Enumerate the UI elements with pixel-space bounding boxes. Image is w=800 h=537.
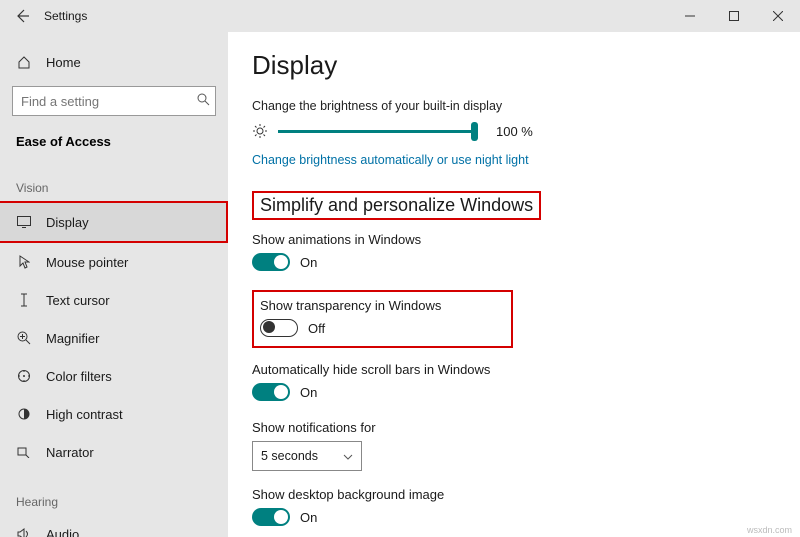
sidebar-item-label: High contrast — [46, 407, 123, 422]
notifications-select[interactable]: 5 seconds — [252, 441, 362, 471]
setting-scrollbars: Automatically hide scroll bars in Window… — [252, 362, 776, 404]
brightness-value: 100 % — [496, 124, 533, 139]
search-input[interactable] — [21, 94, 197, 109]
category-title: Ease of Access — [0, 126, 228, 157]
animations-toggle[interactable]: On — [252, 253, 317, 271]
back-button[interactable] — [0, 0, 44, 32]
sidebar-item-mouse-pointer[interactable]: Mouse pointer — [0, 243, 228, 281]
minimize-icon — [685, 11, 695, 21]
sidebar-item-narrator[interactable]: Narrator — [0, 433, 228, 471]
setting-transparency: Show transparency in Windows Off — [260, 298, 441, 340]
highlight-simplify-heading: Simplify and personalize Windows — [252, 191, 776, 220]
display-icon — [16, 214, 32, 230]
narrator-icon — [16, 444, 32, 460]
scrollbars-toggle[interactable]: On — [252, 383, 317, 401]
highlight-transparency: Show transparency in Windows Off — [252, 290, 513, 348]
high-contrast-icon — [16, 406, 32, 422]
group-hearing: Hearing — [0, 471, 228, 515]
sidebar-item-label: Audio — [46, 527, 79, 537]
simplify-heading: Simplify and personalize Windows — [260, 195, 533, 216]
brightness-link[interactable]: Change brightness automatically or use n… — [252, 153, 529, 167]
brightness-icon — [252, 123, 268, 139]
main-content: Display Change the brightness of your bu… — [228, 32, 800, 537]
group-vision: Vision — [0, 157, 228, 201]
home-label: Home — [46, 55, 81, 70]
search-icon — [197, 93, 210, 109]
app-title: Settings — [44, 9, 87, 23]
transparency-toggle[interactable]: Off — [260, 319, 325, 337]
highlight-display-nav: Display — [0, 201, 228, 243]
audio-icon — [16, 526, 32, 537]
sidebar-item-label: Mouse pointer — [46, 255, 128, 270]
text-cursor-icon — [16, 292, 32, 308]
animations-state: On — [300, 255, 317, 270]
transparency-label: Show transparency in Windows — [260, 298, 441, 313]
sidebar-item-display[interactable]: Display — [0, 203, 226, 241]
scrollbars-label: Automatically hide scroll bars in Window… — [252, 362, 776, 377]
titlebar: Settings — [0, 0, 800, 32]
desktop-bg-state: On — [300, 510, 317, 525]
sidebar-item-high-contrast[interactable]: High contrast — [0, 395, 228, 433]
transparency-state: Off — [308, 321, 325, 336]
chevron-down-icon — [343, 449, 353, 463]
sidebar-item-label: Display — [46, 215, 89, 230]
desktop-bg-toggle[interactable]: On — [252, 508, 317, 526]
sidebar-item-magnifier[interactable]: Magnifier — [0, 319, 228, 357]
slider-thumb[interactable] — [471, 122, 478, 141]
sidebar-item-label: Color filters — [46, 369, 112, 384]
brightness-slider-row: 100 % — [252, 123, 776, 139]
sidebar: Home Ease of Access Vision Display Mouse… — [0, 32, 228, 537]
setting-animations: Show animations in Windows On — [252, 232, 776, 274]
sidebar-item-color-filters[interactable]: Color filters — [0, 357, 228, 395]
notifications-value: 5 seconds — [261, 449, 318, 463]
sidebar-item-text-cursor[interactable]: Text cursor — [0, 281, 228, 319]
color-filters-icon — [16, 368, 32, 384]
minimize-button[interactable] — [668, 0, 712, 32]
brightness-desc: Change the brightness of your built-in d… — [252, 99, 776, 113]
animations-label: Show animations in Windows — [252, 232, 776, 247]
maximize-button[interactable] — [712, 0, 756, 32]
watermark: wsxdn.com — [747, 525, 792, 535]
search-box[interactable] — [12, 86, 216, 116]
back-arrow-icon — [14, 8, 30, 24]
setting-notifications: Show notifications for 5 seconds — [252, 420, 776, 471]
home-icon — [16, 54, 32, 70]
brightness-slider[interactable] — [278, 130, 478, 133]
sidebar-item-audio[interactable]: Audio — [0, 515, 228, 537]
scrollbars-state: On — [300, 385, 317, 400]
magnifier-icon — [16, 330, 32, 346]
sidebar-item-label: Magnifier — [46, 331, 99, 346]
mouse-pointer-icon — [16, 254, 32, 270]
desktop-bg-label: Show desktop background image — [252, 487, 776, 502]
close-button[interactable] — [756, 0, 800, 32]
maximize-icon — [729, 11, 739, 21]
sidebar-item-label: Text cursor — [46, 293, 110, 308]
sidebar-item-label: Narrator — [46, 445, 94, 460]
notifications-label: Show notifications for — [252, 420, 776, 435]
page-title: Display — [252, 50, 776, 81]
home-button[interactable]: Home — [0, 44, 228, 80]
close-icon — [773, 11, 783, 21]
setting-desktop-bg: Show desktop background image On — [252, 487, 776, 529]
